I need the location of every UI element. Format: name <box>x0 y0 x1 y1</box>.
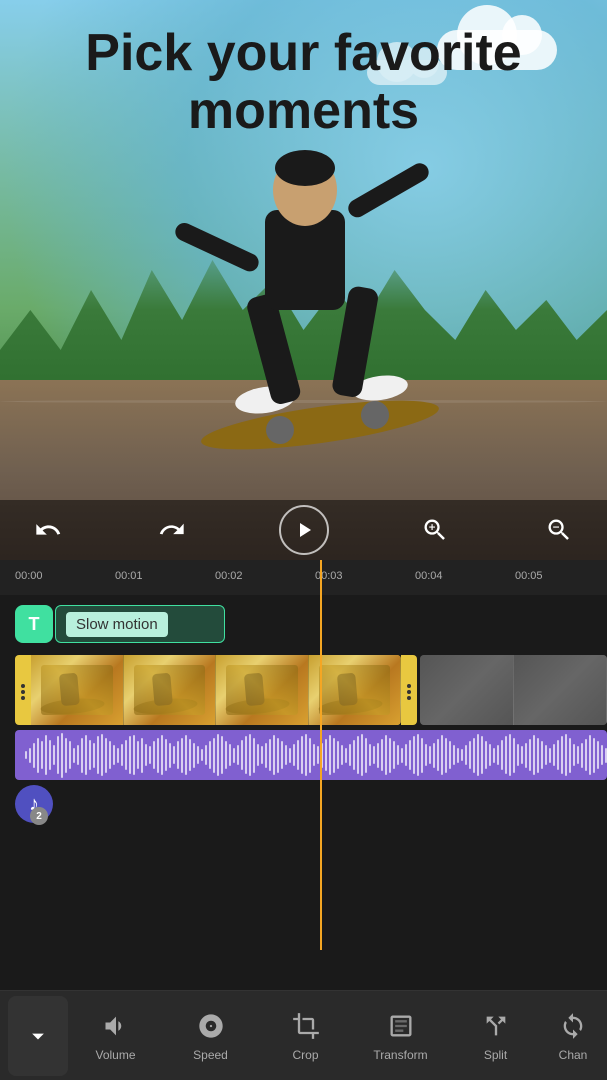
split-icon <box>480 1010 512 1042</box>
change-toolbar-item[interactable]: Chan <box>543 996 603 1076</box>
time-mark-1: 00:01 <box>115 570 143 582</box>
text-clip-label: Slow motion <box>66 612 168 637</box>
text-track: T Slow motion <box>0 600 607 650</box>
volume-icon <box>100 1010 132 1042</box>
time-mark-2: 00:02 <box>215 570 243 582</box>
secondary-clip-2 <box>514 655 607 725</box>
time-mark-5: 00:05 <box>515 570 543 582</box>
crop-toolbar-item[interactable]: Crop <box>258 996 353 1076</box>
split-toolbar-item[interactable]: Split <box>448 996 543 1076</box>
page-title: Pick your favorite moments <box>65 15 541 149</box>
play-button[interactable] <box>279 505 329 555</box>
video-clip-4 <box>309 655 402 725</box>
transform-icon <box>385 1010 417 1042</box>
undo-button[interactable] <box>30 512 66 548</box>
crop-icon <box>290 1010 322 1042</box>
video-clips-main[interactable] <box>31 655 401 725</box>
zoom-out-button[interactable] <box>541 512 577 548</box>
volume-label: Volume <box>95 1048 135 1062</box>
time-ruler: 00:00 00:01 00:02 00:03 00:04 00:05 <box>0 560 607 595</box>
playback-controls <box>0 500 607 560</box>
video-handle-left[interactable] <box>15 655 31 725</box>
collapse-button[interactable] <box>8 996 68 1076</box>
video-clip-3 <box>216 655 309 725</box>
change-label: Chan <box>559 1048 588 1062</box>
skater-figure <box>80 130 530 450</box>
redo-button[interactable] <box>154 512 190 548</box>
split-label: Split <box>484 1048 507 1062</box>
video-handle-right[interactable] <box>401 655 417 725</box>
video-track <box>0 655 607 725</box>
transform-toolbar-item[interactable]: Transform <box>353 996 448 1076</box>
video-clips-secondary <box>420 655 607 725</box>
crop-label: Crop <box>292 1048 318 1062</box>
audio-waveform <box>15 730 607 780</box>
time-mark-0: 00:00 <box>15 570 43 582</box>
music-number: 2 <box>30 807 48 825</box>
speed-label: Speed <box>193 1048 228 1062</box>
audio-track[interactable] <box>0 730 607 780</box>
speed-icon <box>195 1010 227 1042</box>
zoom-in-button[interactable] <box>417 512 453 548</box>
bottom-toolbar: Volume Speed Crop Transform <box>0 990 607 1080</box>
video-clip-1 <box>31 655 124 725</box>
video-clip-2 <box>124 655 217 725</box>
time-mark-3: 00:03 <box>315 570 343 582</box>
volume-toolbar-item[interactable]: Volume <box>68 996 163 1076</box>
change-icon <box>557 1010 589 1042</box>
music-track: ♪ 2 <box>0 785 607 835</box>
title-area: Pick your favorite moments <box>0 0 607 165</box>
video-preview: Pick your favorite moments <box>0 0 607 560</box>
text-track-icon[interactable]: T <box>15 605 53 643</box>
timeline-area: 00:00 00:01 00:02 00:03 00:04 00:05 T Sl… <box>0 560 607 950</box>
chevron-down-icon <box>22 1020 54 1052</box>
time-mark-4: 00:04 <box>415 570 443 582</box>
transform-label: Transform <box>373 1048 427 1062</box>
speed-toolbar-item[interactable]: Speed <box>163 996 258 1076</box>
text-clip[interactable]: Slow motion <box>55 605 225 643</box>
secondary-clip-1 <box>420 655 514 725</box>
